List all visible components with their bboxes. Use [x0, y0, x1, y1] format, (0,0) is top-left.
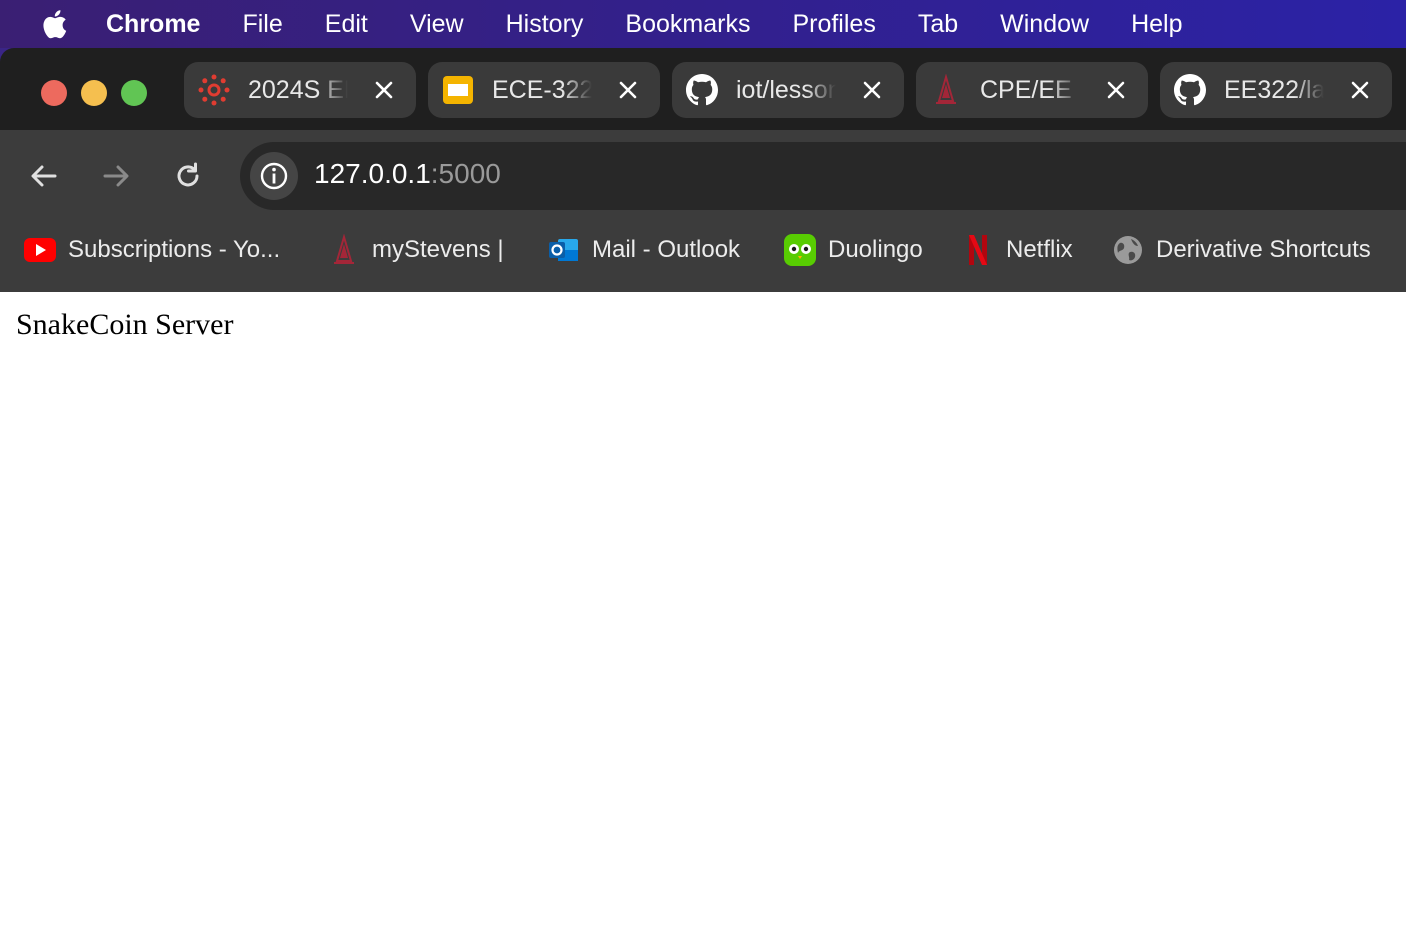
tab-title: CPE/EE 3 — [980, 76, 1080, 104]
slides-icon — [442, 74, 474, 106]
tab-2024s-ee[interactable]: 2024S EE — [184, 62, 416, 118]
menu-bookmarks[interactable]: Bookmarks — [604, 0, 771, 48]
bookmark-subscriptions[interactable]: Subscriptions - Yo... — [24, 232, 280, 268]
menu-history[interactable]: History — [485, 0, 605, 48]
bookmark-duolingo[interactable]: Duolingo — [784, 232, 923, 268]
stevens-icon — [930, 74, 962, 106]
minimize-window-button[interactable] — [81, 80, 107, 106]
menu-help[interactable]: Help — [1110, 0, 1203, 48]
url-text[interactable]: 127.0.0.1:5000 — [314, 158, 501, 190]
apple-menu-icon[interactable] — [0, 0, 106, 48]
close-tab-icon[interactable] — [616, 78, 640, 102]
site-info-icon[interactable] — [250, 152, 298, 200]
back-arrow-icon[interactable] — [26, 158, 62, 194]
tab-title: iot/lesson — [736, 76, 836, 104]
netflix-icon — [962, 234, 994, 266]
bookmark-label: Duolingo — [828, 236, 923, 263]
menu-chrome[interactable]: Chrome — [106, 0, 221, 48]
bookmark-label: Derivative Shortcuts — [1156, 236, 1371, 263]
globe-icon — [1112, 234, 1144, 266]
close-tab-icon[interactable] — [372, 78, 396, 102]
bookmark-derivative-shortcuts[interactable]: Derivative Shortcuts — [1112, 232, 1371, 268]
bookmark-netflix[interactable]: Netflix — [962, 232, 1073, 268]
youtube-icon — [24, 234, 56, 266]
close-tab-icon[interactable] — [1348, 78, 1372, 102]
menu-view[interactable]: View — [389, 0, 485, 48]
page-viewport: SnakeCoin Server — [0, 292, 1406, 928]
menu-profiles[interactable]: Profiles — [771, 0, 896, 48]
url-port: :5000 — [430, 158, 501, 189]
menu-edit[interactable]: Edit — [304, 0, 389, 48]
menu-tab[interactable]: Tab — [897, 0, 979, 48]
menu-window[interactable]: Window — [979, 0, 1110, 48]
close-window-button[interactable] — [41, 80, 67, 106]
tab-ee322-lab[interactable]: EE322/lab — [1160, 62, 1392, 118]
github-icon — [1174, 74, 1206, 106]
zoom-window-button[interactable] — [121, 80, 147, 106]
tab-ece-322[interactable]: ECE-322 — [428, 62, 660, 118]
canvas-icon — [198, 74, 230, 106]
tab-iot-lesson[interactable]: iot/lesson — [672, 62, 904, 118]
github-icon — [686, 74, 718, 106]
bookmark-mystevens[interactable]: myStevens | — [328, 232, 504, 268]
tab-cpe-ee[interactable]: CPE/EE 3 — [916, 62, 1148, 118]
page-body-text: SnakeCoin Server — [16, 308, 234, 341]
macos-menu-bar: Chrome File Edit View History Bookmarks … — [0, 0, 1406, 48]
close-tab-icon[interactable] — [1104, 78, 1128, 102]
url-host: 127.0.0.1 — [314, 158, 431, 189]
tab-title: ECE-322 — [492, 76, 592, 104]
stevens-icon — [328, 234, 360, 266]
tab-title: EE322/lab — [1224, 76, 1324, 104]
menu-file[interactable]: File — [221, 0, 303, 48]
bookmark-mail-outlook[interactable]: Mail - Outlook — [548, 232, 740, 268]
duolingo-icon — [784, 234, 816, 266]
bookmark-label: Netflix — [1006, 236, 1073, 263]
bookmark-label: Subscriptions - Yo... — [68, 236, 281, 263]
reload-icon[interactable] — [170, 158, 206, 194]
tab-title: 2024S EE — [248, 76, 348, 104]
close-tab-icon[interactable] — [860, 78, 884, 102]
forward-arrow-icon[interactable] — [98, 158, 134, 194]
outlook-icon — [548, 234, 580, 266]
bookmark-label: Mail - Outlook — [592, 236, 741, 263]
bookmark-label: myStevens | — [372, 236, 504, 263]
